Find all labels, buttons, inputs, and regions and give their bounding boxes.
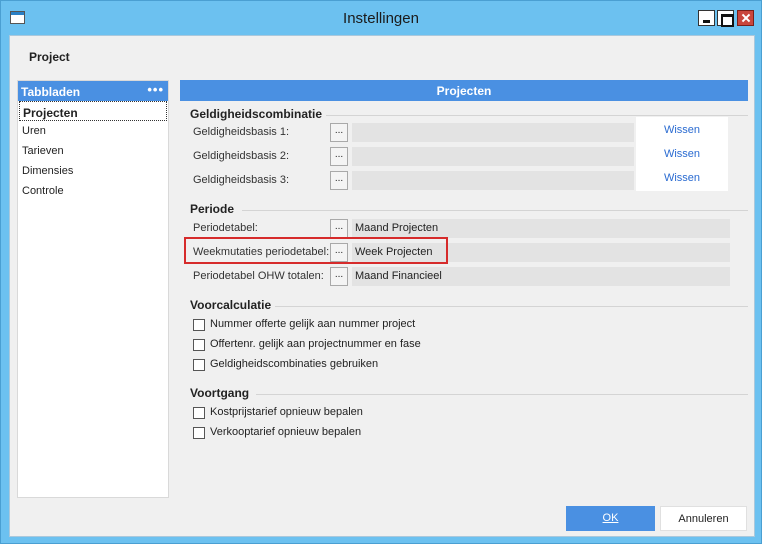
title-bar[interactable]: Instellingen [1,1,761,35]
panel-title: Projecten [180,80,748,101]
group-title-geldigheid: Geldigheidscombinatie [190,107,323,121]
close-button[interactable] [737,10,754,26]
maximize-button[interactable] [717,10,734,27]
periodetabel-field[interactable]: Maand Projecten [352,219,730,238]
group-divider [242,210,748,211]
highlight-box [184,237,448,264]
section-title: Project [29,50,70,64]
geldigheidsbasis-1-browse-button[interactable]: ... [330,123,348,142]
sidebar-item-projecten[interactable]: Projecten [19,101,167,121]
window-title: Instellingen [343,10,419,27]
tabs-sidebar: Tabbladen ••• Projecten Uren Tarieven Di… [17,80,169,498]
sidebar-header-label: Tabbladen [21,85,81,99]
kostprijstarief-label: Kostprijstarief opnieuw bepalen [210,406,363,418]
offerte-nummer-checkbox[interactable] [193,319,205,331]
periodetabel-browse-button[interactable]: ... [330,219,348,238]
wissen-column: Wissen Wissen Wissen [636,117,728,191]
offertenr-fase-label: Offertenr. gelijk aan projectnummer en f… [210,338,421,350]
verkooptarief-checkbox[interactable] [193,427,205,439]
offerte-nummer-label: Nummer offerte gelijk aan nummer project [210,318,416,330]
geldigheidsbasis-1-field[interactable] [352,123,634,142]
periodetabel-ohw-field[interactable]: Maand Financieel [352,267,730,286]
geldigheidscombinaties-label: Geldigheidscombinaties gebruiken [210,358,379,370]
group-title-voortgang: Voortgang [190,386,250,400]
projecten-panel: Projecten Geldigheidscombinatie Geldighe… [180,80,748,498]
periodetabel-ohw-browse-button[interactable]: ... [330,267,348,286]
settings-window: Instellingen Project Tabbladen ••• Proje… [0,0,762,544]
geldigheidsbasis-1-label: Geldigheidsbasis 1: [193,126,290,138]
geldigheidsbasis-3-field[interactable] [352,171,634,190]
group-title-voorcalculatie: Voorcalculatie [190,298,272,312]
wissen-3-link[interactable]: Wissen [636,172,728,184]
periodetabel-label: Periodetabel: [193,222,258,234]
geldigheidsbasis-3-browse-button[interactable]: ... [330,171,348,190]
sidebar-item-dimensies[interactable]: Dimensies [18,161,168,181]
wissen-1-link[interactable]: Wissen [636,124,728,136]
kostprijstarief-checkbox[interactable] [193,407,205,419]
geldigheidsbasis-2-label: Geldigheidsbasis 2: [193,150,290,162]
group-divider [326,115,748,116]
cancel-button[interactable]: Annuleren [660,506,747,531]
geldigheidsbasis-2-field[interactable] [352,147,634,166]
verkooptarief-label: Verkooptarief opnieuw bepalen [210,426,362,438]
sidebar-item-controle[interactable]: Controle [18,181,168,201]
sidebar-header: Tabbladen ••• [18,81,168,101]
group-divider [275,306,748,307]
minimize-button[interactable] [698,10,715,26]
group-divider [256,394,748,395]
offertenr-fase-checkbox[interactable] [193,339,205,351]
sidebar-item-tarieven[interactable]: Tarieven [18,141,168,161]
geldigheidscombinaties-checkbox[interactable] [193,359,205,371]
wissen-2-link[interactable]: Wissen [636,148,728,160]
dialog-client: Project Tabbladen ••• Projecten Uren Tar… [9,35,755,537]
group-title-periode: Periode [190,202,235,216]
sidebar-item-uren[interactable]: Uren [18,121,168,141]
geldigheidsbasis-2-browse-button[interactable]: ... [330,147,348,166]
ok-button[interactable]: OK [566,506,655,531]
more-options-icon[interactable]: ••• [147,82,164,97]
periodetabel-ohw-label: Periodetabel OHW totalen: [193,270,324,282]
geldigheidsbasis-3-label: Geldigheidsbasis 3: [193,174,290,186]
